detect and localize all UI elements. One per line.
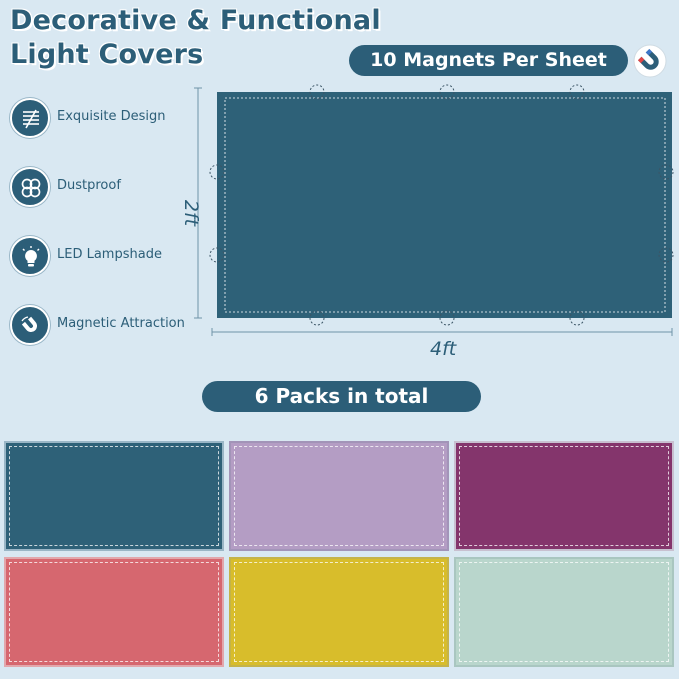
feature-label: Exquisite Design xyxy=(57,109,166,124)
color-swatch-mint xyxy=(454,557,674,667)
sheet-diagram: 2ft 4ft xyxy=(180,80,679,370)
width-label: 4ft xyxy=(430,338,457,360)
pattern-icon xyxy=(23,109,39,129)
magnet-icon xyxy=(633,44,667,78)
packs-total-badge: 6 Packs in total xyxy=(202,381,481,412)
light-cover-sheet xyxy=(217,92,672,318)
color-swatch-plum xyxy=(454,441,674,551)
color-swatch-teal xyxy=(4,441,224,551)
color-swatch-lavender xyxy=(229,441,449,551)
page-title: Decorative & Functional Light Covers xyxy=(10,4,381,72)
color-swatch-coral xyxy=(4,557,224,667)
magnet-icon xyxy=(21,316,37,332)
magnets-per-sheet-badge: 10 Magnets Per Sheet xyxy=(349,45,628,76)
clover-icon xyxy=(21,178,41,198)
feature-label: Dustproof xyxy=(57,178,121,193)
light-bulb-icon xyxy=(22,246,40,267)
feature-label: LED Lampshade xyxy=(57,247,162,262)
title-line-1: Decorative & Functional xyxy=(10,5,381,36)
title-line-2: Light Covers xyxy=(10,39,204,70)
color-swatch-yellow xyxy=(229,557,449,667)
sheet-illustration xyxy=(194,84,674,336)
feature-label: Magnetic Attraction xyxy=(57,316,185,331)
height-label: 2ft xyxy=(180,199,203,227)
